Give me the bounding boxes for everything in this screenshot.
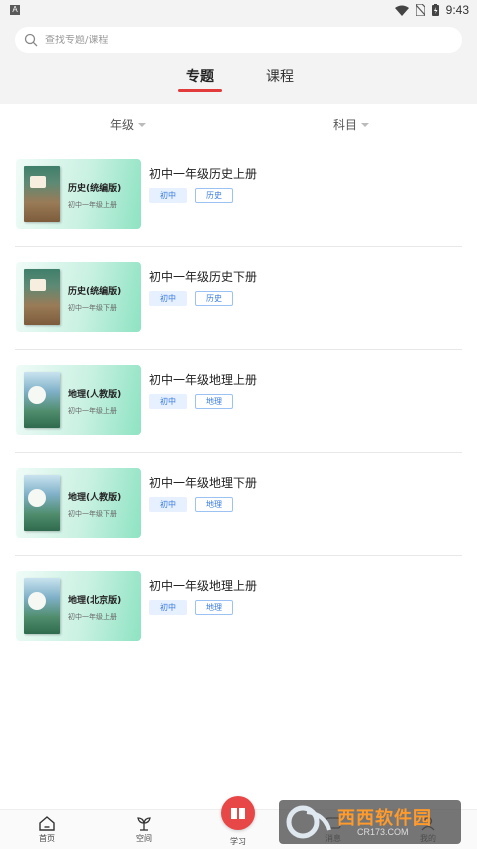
level-tag: 初中 [149,188,187,203]
cover-title: 历史(统编版) [68,184,122,194]
textbook-image [24,166,60,222]
subject-tag: 历史 [195,188,233,203]
active-tab-indicator [178,89,222,92]
course-tags: 初中 地理 [149,497,233,512]
nav-space[interactable]: 空间 [114,810,174,849]
course-cover: 地理(北京版) 初中一年级上册 [16,571,141,641]
cover-title: 地理(人教版) [68,493,122,503]
nav-home-label: 首页 [39,834,55,843]
cover-subtitle: 初中一年级上册 [68,201,117,209]
course-title: 初中一年级地理上册 [149,373,258,387]
book-icon [231,807,245,819]
course-tags: 初中 历史 [149,188,233,203]
course-item[interactable]: 历史(统编版) 初中一年级下册 初中一年级历史下册 初中 历史 [0,247,477,350]
watermark-url: CR173.COM [357,827,409,837]
course-list: 历史(统编版) 初中一年级上册 初中一年级历史上册 初中 历史 历史(统编版) … [0,144,477,659]
cover-subtitle: 初中一年级下册 [68,510,117,518]
caret-down-icon [138,122,147,127]
level-tag: 初中 [149,497,187,512]
filter-row: 年级 科目 [0,104,477,144]
textbook-image [24,269,60,325]
search-input[interactable] [45,34,425,46]
header-area: 专题 课程 [0,20,477,104]
subject-filter[interactable]: 科目 [333,116,370,133]
cover-subtitle: 初中一年级上册 [68,407,117,415]
course-item[interactable]: 历史(统编版) 初中一年级上册 初中一年级历史上册 初中 历史 [0,144,477,247]
course-tags: 初中 地理 [149,394,233,409]
course-cover: 地理(人教版) 初中一年级下册 [16,468,141,538]
cover-subtitle: 初中一年级下册 [68,304,117,312]
watermark-logo-icon [286,805,331,839]
subject-tag: 地理 [195,497,233,512]
level-tag: 初中 [149,291,187,306]
home-icon [39,816,55,831]
status-icons: 9:43 [394,3,469,17]
textbook-image [24,475,60,531]
course-item[interactable]: 地理(人教版) 初中一年级上册 初中一年级地理上册 初中 地理 [0,350,477,453]
sprout-icon [137,817,151,831]
course-tags: 初中 地理 [149,600,233,615]
course-title: 初中一年级地理上册 [149,579,258,593]
watermark: 西西软件园 CR173.COM [279,800,461,844]
course-title: 初中一年级地理下册 [149,476,258,490]
textbook-image [24,372,60,428]
course-cover: 历史(统编版) 初中一年级上册 [16,159,141,229]
battery-charging-icon [431,4,439,16]
cover-subtitle: 初中一年级上册 [68,613,117,621]
caret-down-icon [361,122,370,127]
status-time: 9:43 [445,3,469,17]
search-bar[interactable] [15,27,462,53]
tab-courses[interactable]: 课程 [258,66,302,92]
search-icon [24,33,38,47]
course-tags: 初中 历史 [149,291,233,306]
grade-filter-label: 年级 [110,118,135,132]
subject-filter-label: 科目 [333,118,358,132]
subject-tag: 历史 [195,291,233,306]
level-tag: 初中 [149,600,187,615]
course-title: 初中一年级历史下册 [149,270,258,284]
subject-tag: 地理 [195,600,233,615]
nav-home[interactable]: 首页 [17,810,77,849]
nav-space-label: 空间 [136,834,152,843]
status-bar: A 9:43 [0,0,477,20]
cover-title: 地理(北京版) [68,596,122,606]
study-button[interactable] [221,796,255,830]
app-badge-icon: A [10,5,20,15]
grade-filter[interactable]: 年级 [110,116,147,133]
no-sim-icon [415,4,425,16]
cover-title: 历史(统编版) [68,287,122,297]
level-tag: 初中 [149,394,187,409]
textbook-image [24,578,60,634]
subject-tag: 地理 [195,394,233,409]
cover-title: 地理(人教版) [68,390,122,400]
course-item[interactable]: 地理(北京版) 初中一年级上册 初中一年级地理上册 初中 地理 [0,556,477,659]
course-title: 初中一年级历史上册 [149,167,258,181]
course-cover: 地理(人教版) 初中一年级上册 [16,365,141,435]
course-cover: 历史(统编版) 初中一年级下册 [16,262,141,332]
course-item[interactable]: 地理(人教版) 初中一年级下册 初中一年级地理下册 初中 地理 [0,453,477,556]
wifi-icon [394,5,409,16]
nav-study-label: 学习 [230,837,246,846]
